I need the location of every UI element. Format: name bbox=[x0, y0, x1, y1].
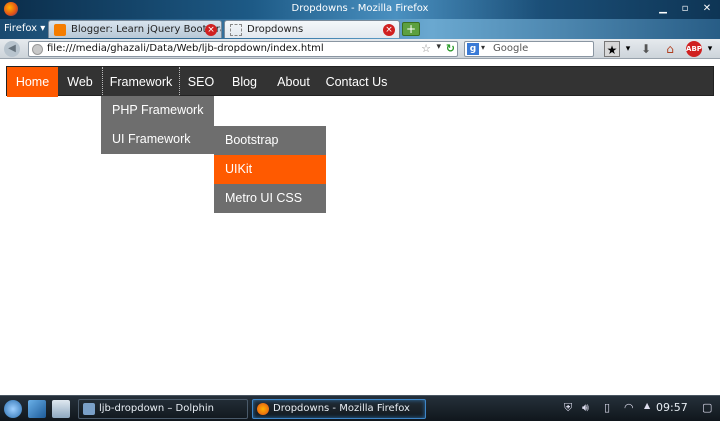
close-tab-icon[interactable]: × bbox=[205, 24, 217, 36]
back-arrow-icon[interactable]: ◀ bbox=[4, 41, 20, 57]
task-dolphin[interactable]: ljb-dropdown – Dolphin bbox=[78, 399, 248, 419]
menu-item-home[interactable]: Home bbox=[7, 67, 58, 97]
task-firefox[interactable]: Dropdowns - Mozilla Firefox bbox=[252, 399, 426, 419]
new-tab-button[interactable]: + bbox=[402, 22, 420, 36]
bookmarks-dropdown-icon[interactable]: ▾ bbox=[620, 41, 636, 57]
submenu-item-bootstrap[interactable]: Bootstrap bbox=[214, 126, 326, 155]
tab-label: Dropdowns bbox=[247, 24, 304, 35]
menu-item-framework[interactable]: Framework bbox=[102, 67, 180, 97]
ui-framework-submenu: Bootstrap UIKit Metro UI CSS bbox=[214, 126, 326, 213]
menu-item-about[interactable]: About bbox=[267, 67, 320, 97]
close-tab-icon[interactable]: × bbox=[383, 24, 395, 36]
search-placeholder: Google bbox=[493, 43, 529, 54]
tab-dropdowns[interactable]: Dropdowns × bbox=[224, 20, 400, 38]
url-text: file:///media/ghazali/Data/Web/ljb-dropd… bbox=[47, 43, 324, 54]
download-arrow-icon[interactable]: ⬇ bbox=[638, 41, 654, 57]
battery-icon[interactable]: ▯ bbox=[604, 401, 610, 414]
window-title: Dropdowns - Mozilla Firefox bbox=[291, 3, 429, 14]
maximize-icon[interactable]: ▫ bbox=[676, 2, 694, 16]
menu-item-web[interactable]: Web bbox=[58, 67, 102, 97]
main-menu: Home Web Framework SEO Blog About Contac… bbox=[6, 66, 714, 97]
adblock-dropdown-icon[interactable]: ▾ bbox=[702, 41, 718, 57]
framework-dropdown: PHP Framework UI Framework bbox=[101, 96, 214, 154]
submenu-item-metro-ui-css[interactable]: Metro UI CSS bbox=[214, 184, 326, 213]
menu-item-seo[interactable]: SEO bbox=[180, 67, 222, 97]
wifi-icon[interactable]: ◠ bbox=[624, 401, 634, 414]
adblock-icon[interactable]: ABP bbox=[686, 41, 702, 57]
page-content: Home Web Framework SEO Blog About Contac… bbox=[0, 60, 720, 395]
page-icon bbox=[32, 44, 43, 55]
google-icon: g bbox=[467, 43, 479, 55]
volume-icon[interactable]: 🔊︎ bbox=[582, 401, 589, 415]
tab-blogger[interactable]: Blogger: Learn jQuery Bootstra... × bbox=[48, 20, 222, 38]
taskbar: ljb-dropdown – Dolphin Dropdowns - Mozil… bbox=[0, 395, 720, 421]
menu-item-blog[interactable]: Blog bbox=[222, 67, 267, 97]
window-titlebar: Dropdowns - Mozilla Firefox ▁ ▫ ✕ bbox=[0, 0, 720, 19]
dolphin-icon bbox=[83, 403, 95, 415]
blogger-icon bbox=[54, 24, 66, 36]
task-label: ljb-dropdown – Dolphin bbox=[99, 403, 214, 414]
dropdown-item-php-framework[interactable]: PHP Framework bbox=[101, 96, 214, 125]
bookmarks-icon[interactable]: ★ bbox=[604, 41, 620, 57]
url-bar[interactable]: file:///media/ghazali/Data/Web/ljb-dropd… bbox=[28, 41, 458, 57]
url-dropdown-icon[interactable]: ▾ bbox=[436, 42, 441, 52]
navigation-toolbar: ◀ file:///media/ghazali/Data/Web/ljb-dro… bbox=[0, 39, 720, 59]
page-loading-icon bbox=[230, 24, 242, 36]
reload-icon[interactable]: ↻ bbox=[446, 42, 455, 55]
clock[interactable]: 09:57 bbox=[656, 401, 688, 414]
minimize-icon[interactable]: ▁ bbox=[654, 2, 672, 16]
menu-item-contact-us[interactable]: Contact Us bbox=[320, 67, 393, 97]
bookmark-star-icon[interactable]: ☆ bbox=[421, 42, 431, 55]
app-launcher-icon[interactable] bbox=[4, 400, 22, 418]
file-manager-icon[interactable] bbox=[52, 400, 70, 418]
tab-label: Blogger: Learn jQuery Bootstra... bbox=[71, 24, 222, 35]
show-desktop-icon[interactable]: ▢ bbox=[702, 401, 712, 414]
tray-expand-icon[interactable]: ▲ bbox=[644, 401, 650, 410]
tab-bar: Firefox ▾ Blogger: Learn jQuery Bootstra… bbox=[0, 19, 720, 39]
security-shield-icon[interactable]: ⛨ bbox=[564, 401, 572, 415]
search-input[interactable]: g ▾ Google ⚲ bbox=[464, 41, 615, 57]
desktop-icon[interactable] bbox=[28, 400, 46, 418]
task-label: Dropdowns - Mozilla Firefox bbox=[273, 403, 410, 414]
home-icon[interactable]: ⌂ bbox=[662, 41, 678, 57]
search-engine-dropdown-icon[interactable]: ▾ bbox=[481, 43, 485, 52]
firefox-menu-button[interactable]: Firefox ▾ bbox=[4, 23, 45, 34]
submenu-item-uikit[interactable]: UIKit bbox=[214, 155, 326, 184]
firefox-icon bbox=[257, 403, 269, 415]
close-window-icon[interactable]: ✕ bbox=[698, 2, 716, 16]
dropdown-item-ui-framework[interactable]: UI Framework bbox=[101, 125, 214, 154]
firefox-menu-label: Firefox bbox=[4, 23, 38, 34]
